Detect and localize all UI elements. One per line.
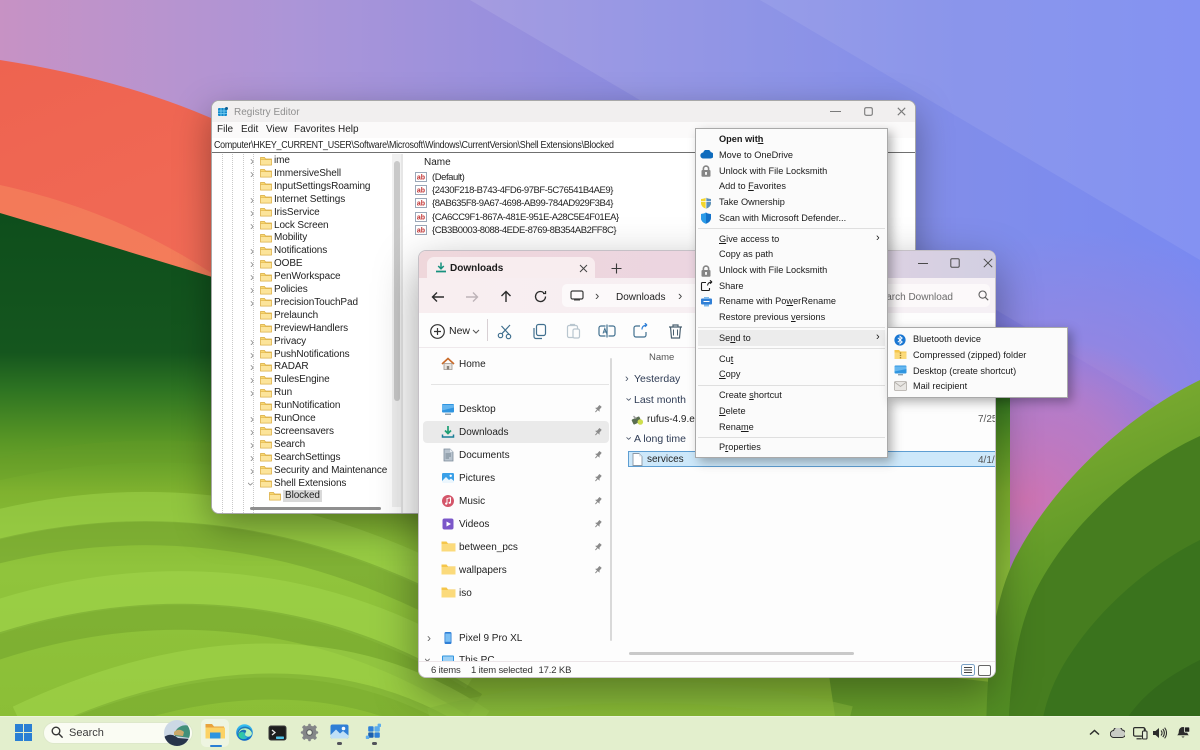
svg-text:ab: ab: [417, 201, 425, 208]
svg-text:ab: ab: [417, 214, 425, 221]
svg-text:ab: ab: [417, 228, 425, 235]
svg-text:ab: ab: [417, 174, 425, 181]
svg-text:ab: ab: [417, 187, 425, 194]
